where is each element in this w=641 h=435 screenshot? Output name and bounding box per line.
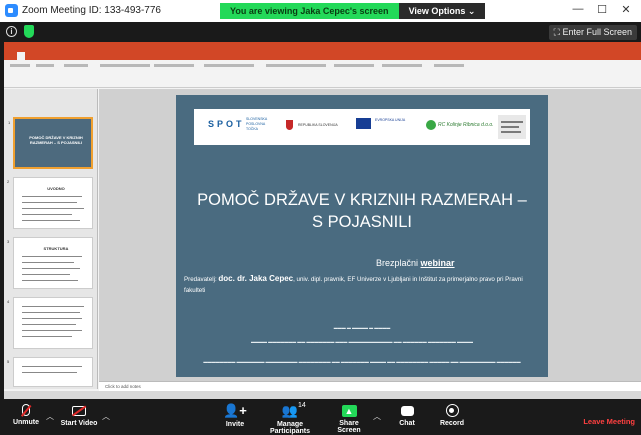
republic-label: REPUBLIKA SLOVENIJA: [298, 123, 338, 127]
slide-thumbnails-pane: 1 POMOČ DRŽAVE V KRIZNIH RAZMERAH – S PO…: [4, 89, 98, 389]
audio-options-chevron-icon[interactable]: ︿: [46, 411, 54, 422]
eu-flag-icon: [356, 118, 371, 129]
webinar-word: webinar: [420, 258, 455, 268]
record-label: Record: [439, 420, 465, 427]
viewing-banner: You are viewing Jaka Cepec's screen View…: [220, 3, 486, 19]
slide-number: 5: [7, 359, 10, 364]
ppt-ribbon-tabs: [4, 52, 641, 60]
full-screen-label: Enter Full Screen: [562, 27, 632, 37]
video-off-icon: [72, 406, 86, 416]
notes-pane[interactable]: Click to add notes: [99, 381, 641, 391]
enter-full-screen-button[interactable]: ⛶ Enter Full Screen: [548, 25, 637, 40]
chat-label: Chat: [399, 420, 415, 427]
webinar-label: Brezplačni webinar: [376, 258, 455, 268]
manage-participants-button[interactable]: 👥 Manage Participants: [256, 403, 324, 435]
unmute-button[interactable]: Unmute: [8, 403, 44, 426]
participant-count: 14: [298, 402, 306, 409]
organizer-line: ▬▬▬▬ ▬▬▬▬▬▬▬ ▬▬ ▬▬▬▬▬▬▬ ▬▬▬ ▬▬▬▬▬▬▬▬▬▬▬ …: [250, 339, 473, 344]
current-slide: SPOT SLOVENSKA POSLOVNA TOČKA REPUBLIKA …: [176, 95, 548, 377]
slide-thumbnail[interactable]: 1 POMOČ DRŽAVE V KRIZNIH RAZMERAH – S PO…: [8, 117, 93, 169]
webinar-prefix: Brezplačni: [376, 258, 421, 268]
minimize-icon[interactable]: —: [567, 3, 589, 15]
invite-label: Invite: [225, 421, 245, 428]
muted-microphone-icon: [22, 404, 30, 416]
chat-button[interactable]: Chat: [396, 403, 418, 427]
encryption-shield-icon[interactable]: [24, 25, 34, 38]
share-options-chevron-icon[interactable]: ︿: [373, 411, 381, 422]
participants-icon: 👥: [281, 403, 299, 418]
viewing-message: You are viewing Jaka Cepec's screen: [220, 3, 399, 19]
slide-number: 3: [7, 239, 10, 244]
video-options-chevron-icon[interactable]: ︿: [102, 411, 110, 422]
share-screen-label: Share Screen: [337, 420, 361, 434]
record-icon: [445, 404, 459, 417]
slide-thumbnail[interactable]: 2 UVODNO: [7, 177, 93, 229]
slide-number: 1: [8, 120, 11, 125]
zoom-app-icon: [5, 4, 18, 17]
funding-line: ▬▬▬▬▬▬▬▬ ▬▬▬▬▬▬▬ ▬▬▬▬▬▬▬▬ ▬▬▬▬▬▬▬▬ ▬▬ ▬▬…: [203, 359, 521, 364]
maximize-icon[interactable]: ☐: [591, 3, 613, 16]
slide-editor: SPOT SLOVENSKA POSLOVNA TOČKA REPUBLIKA …: [99, 89, 641, 389]
rrc-label: RC Kolinje Ribnica d.o.o.: [438, 122, 494, 128]
rrc-leaf-icon: [426, 120, 436, 130]
thumbnail-title: UVODNO: [47, 186, 65, 191]
ppt-tab: [42, 52, 43, 60]
slide-thumbnail[interactable]: 4: [7, 297, 93, 349]
start-video-label: Start Video: [60, 420, 98, 427]
ppt-tab-active: [17, 52, 26, 60]
close-icon[interactable]: ✕: [615, 3, 637, 16]
meeting-top-bar: i ⛶ Enter Full Screen: [0, 22, 641, 42]
coat-of-arms-icon: [286, 120, 293, 130]
ppt-ribbon: [4, 60, 641, 88]
view-options-button[interactable]: View Options ⌄: [398, 3, 486, 19]
spot-logo: SPOT: [208, 119, 245, 129]
zoom-title-bar: Zoom Meeting ID: 133-493-776 You are vie…: [0, 0, 641, 22]
invite-button[interactable]: 👤+ Invite: [222, 403, 248, 428]
presenter-label: Predavatelj:: [184, 276, 219, 283]
pane-tabs: [4, 89, 97, 97]
spot-logo-text: SLOVENSKA POSLOVNA TOČKA: [246, 117, 268, 131]
manage-participants-label: Manage Participants: [269, 421, 311, 435]
date-line: ▬▬▬ ▬ ▬▬▬▬ ▬ ▬▬▬▬: [333, 325, 391, 330]
presenter-name: doc. dr. Jaka Cepec: [218, 274, 294, 283]
leave-meeting-button[interactable]: Leave Meeting: [583, 417, 635, 426]
ppt-status-bar: [4, 391, 641, 399]
record-button[interactable]: Record: [438, 403, 466, 427]
slide-thumbnail[interactable]: 3 STRUKTURA: [7, 237, 93, 289]
ppt-tab: [52, 52, 53, 60]
window-title: Zoom Meeting ID: 133-493-776: [22, 5, 161, 16]
meeting-toolbar: Unmute ︿ Start Video ︿ 👤+ Invite 👥 Manag…: [0, 399, 641, 435]
add-user-icon: 👤+: [223, 403, 247, 418]
eu-label: EVROPSKA UNIJA: [375, 118, 406, 122]
start-video-button[interactable]: Start Video: [58, 403, 100, 427]
slide-title: POMOČ DRŽAVE V KRIZNIH RAZMERAH – S POJA…: [197, 191, 527, 231]
slide-number: 2: [7, 179, 10, 184]
chat-icon: [400, 406, 414, 416]
presenter-line: Predavatelj: doc. dr. Jaka Cepec, univ. …: [184, 273, 544, 296]
slide-thumbnail[interactable]: 5: [7, 357, 93, 387]
ppt-title-bar: [4, 42, 641, 52]
meeting-info-icon[interactable]: i: [6, 26, 17, 37]
share-screen-icon: ▲: [341, 405, 357, 417]
partner-logos-strip: SPOT SLOVENSKA POSLOVNA TOČKA REPUBLIKA …: [194, 109, 530, 145]
thumbnail-title: POMOČ DRŽAVE V KRIZNIH RAZMERAH – S POJA…: [29, 135, 83, 145]
slide-number: 4: [7, 299, 10, 304]
side-logo-box: [498, 115, 526, 139]
unmute-label: Unmute: [12, 419, 40, 426]
thumbnail-title: STRUKTURA: [43, 246, 69, 251]
share-screen-button[interactable]: ▲ Share Screen: [328, 403, 370, 434]
ppt-tab: [8, 52, 9, 60]
shared-screen-powerpoint: 1 POMOČ DRŽAVE V KRIZNIH RAZMERAH – S PO…: [4, 42, 641, 399]
ppt-tab: [33, 52, 34, 60]
